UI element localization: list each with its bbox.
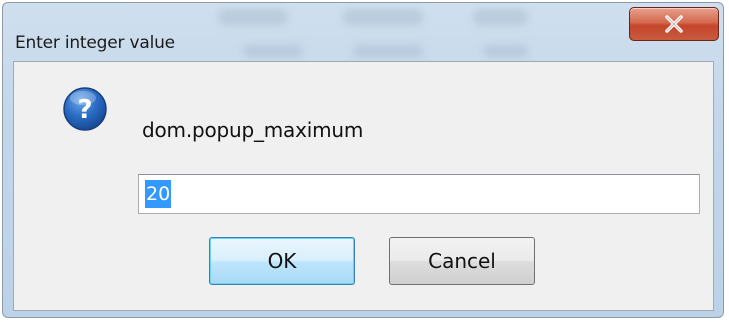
close-button[interactable]: [629, 7, 719, 41]
cancel-button[interactable]: Cancel: [389, 237, 535, 285]
window-title: Enter integer value: [15, 33, 175, 53]
preference-name-label: dom.popup_maximum: [142, 118, 364, 142]
integer-value-input[interactable]: 20: [138, 174, 700, 214]
dialog-window: Enter integer value ? dom.popup_maximum …: [2, 2, 724, 318]
dialog-body: ? dom.popup_maximum 20 OK Cancel: [13, 61, 714, 311]
question-icon: ?: [62, 86, 108, 132]
close-x-icon: [663, 15, 685, 33]
svg-text:?: ?: [77, 95, 92, 125]
input-selected-text: 20: [145, 180, 172, 208]
ok-button[interactable]: OK: [209, 237, 355, 285]
